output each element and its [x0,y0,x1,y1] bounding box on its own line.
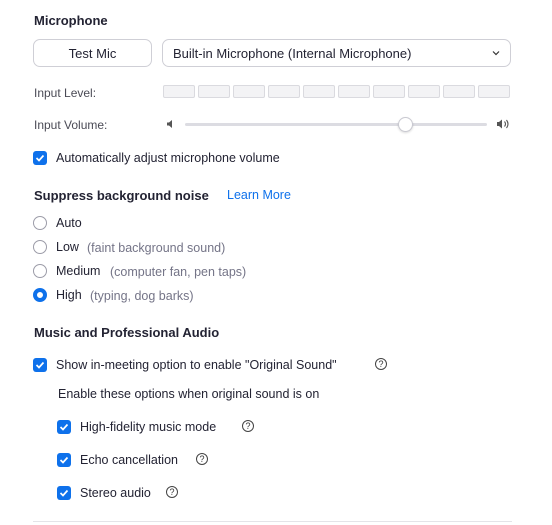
checkmark-icon [59,423,69,431]
volume-low-icon [167,120,172,128]
input-level-segment [338,85,370,98]
original-sound-label: Show in-meeting option to enable "Origin… [56,358,337,372]
noise-option-label: Low [56,240,79,254]
auto-adjust-checkbox[interactable] [33,151,47,165]
echo-cancellation-checkbox[interactable] [57,453,71,467]
stereo-audio-checkbox[interactable] [57,486,71,500]
input-level-segment [478,85,510,98]
hifi-music-label: High-fidelity music mode [80,420,217,434]
input-level-segment [303,85,335,98]
input-level-segment [408,85,440,98]
learn-more-link[interactable]: Learn More [227,188,291,202]
input-level-label: Input Level: [34,86,97,100]
chevron-down-icon [492,51,500,56]
original-sound-checkbox[interactable] [33,358,47,372]
noise-option-hint: (typing, dog barks) [90,289,194,303]
volume-high-icon [497,119,509,129]
auto-adjust-label: Automatically adjust microphone volume [56,151,280,165]
input-level-meter [163,85,510,98]
help-icon[interactable]: ? [196,453,208,465]
checkmark-icon [59,456,69,464]
input-level-segment [163,85,195,98]
echo-cancellation-label: Echo cancellation [80,453,178,467]
checkmark-icon [59,489,69,497]
microphone-title: Microphone [34,13,108,28]
stereo-audio-label: Stereo audio [80,486,151,500]
noise-option-label: Medium [56,264,101,278]
input-level-segment [268,85,300,98]
noise-radio-auto[interactable] [33,216,47,230]
input-level-segment [233,85,265,98]
noise-option-hint: (computer fan, pen taps) [110,265,247,279]
input-level-segment [373,85,405,98]
input-volume-track[interactable] [185,123,487,126]
checkmark-icon [35,154,45,162]
checkmark-icon [35,361,45,369]
noise-option-label: Auto [56,216,82,230]
music-title: Music and Professional Audio [34,325,220,340]
help-icon[interactable]: ? [166,486,178,498]
help-icon[interactable]: ? [375,358,387,370]
microphone-select[interactable]: Built-in Microphone (Internal Microphone… [162,39,511,67]
input-volume-label: Input Volume: [34,118,108,132]
input-volume-thumb[interactable] [397,117,413,132]
help-icon[interactable]: ? [242,420,254,432]
noise-option-hint: (faint background sound) [87,241,226,255]
noise-radio-medium[interactable] [33,264,47,278]
section-divider [33,521,512,522]
noise-radio-low[interactable] [33,240,47,254]
microphone-select-value: Built-in Microphone (Internal Microphone… [173,45,412,61]
hifi-music-checkbox[interactable] [57,420,71,434]
noise-option-label: High [56,288,82,302]
input-level-segment [443,85,475,98]
noise-title: Suppress background noise [34,188,209,203]
original-sound-subheading: Enable these options when original sound… [58,387,320,401]
test-mic-button[interactable]: Test Mic [33,39,152,67]
input-level-segment [198,85,230,98]
noise-radio-high[interactable] [33,288,47,302]
